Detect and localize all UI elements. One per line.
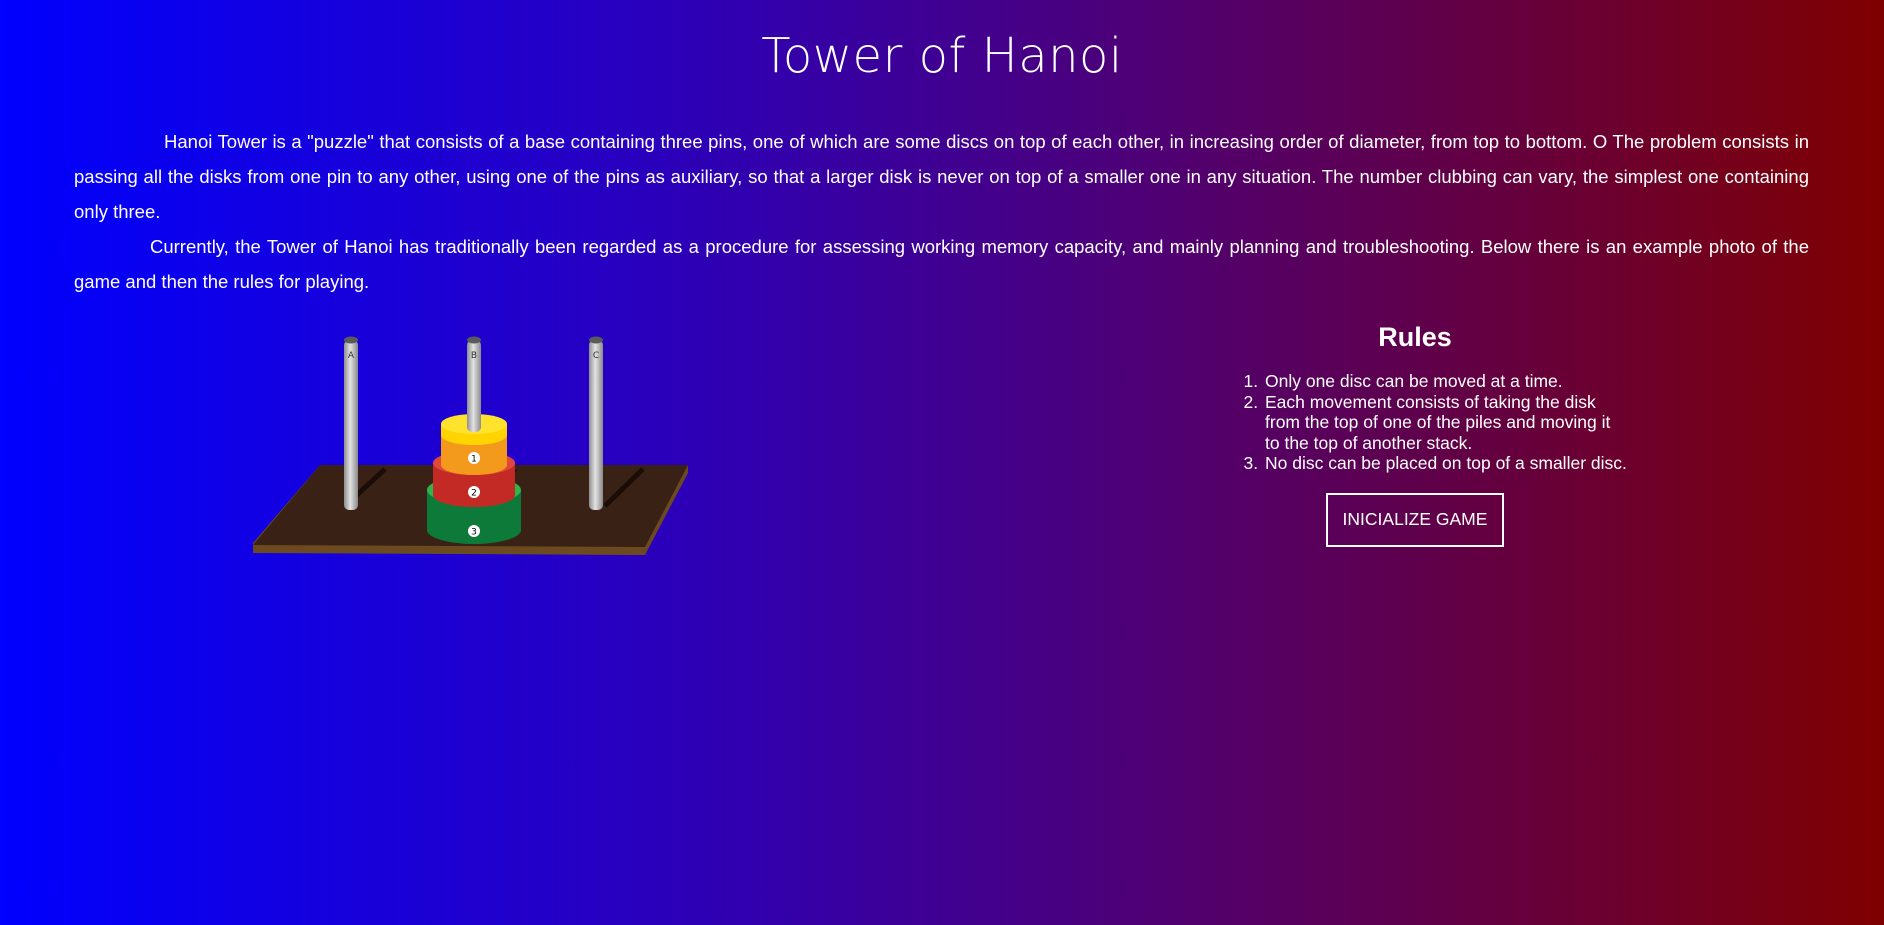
rules-panel: Rules Only one disc can be moved at a ti… xyxy=(1185,322,1645,547)
tower-of-hanoi-photo: A C B 1 2 3 xyxy=(253,336,688,555)
svg-text:2: 2 xyxy=(471,489,477,499)
pin-label-c: C xyxy=(593,351,599,361)
rule-item-1: Only one disc can be moved at a time. xyxy=(1263,371,1645,392)
pin-label-b: B xyxy=(471,351,477,361)
pin-label-a: A xyxy=(348,351,355,361)
initialize-game-button[interactable]: INICIALIZE GAME xyxy=(1326,492,1504,547)
rules-heading: Rules xyxy=(1378,322,1452,352)
rule-item-2: Each movement consists of taking the dis… xyxy=(1263,392,1625,454)
page-title: Tower of Hanoi xyxy=(761,28,1123,84)
pin-b: B xyxy=(467,336,481,432)
intro-paragraph-2: Currently, the Tower of Hanoi has tradit… xyxy=(74,236,1809,292)
pin-a: A xyxy=(344,336,358,510)
rule-item-3: No disc can be placed on top of a smalle… xyxy=(1263,453,1645,474)
svg-text:1: 1 xyxy=(471,455,477,465)
pin-c: C xyxy=(589,336,603,510)
intro-text: Hanoi Tower is a "puzzle" that consists … xyxy=(74,124,1809,299)
svg-text:3: 3 xyxy=(471,528,477,538)
rules-list: Only one disc can be moved at a time. Ea… xyxy=(1185,371,1645,474)
intro-paragraph-1: Hanoi Tower is a "puzzle" that consists … xyxy=(74,131,1809,222)
